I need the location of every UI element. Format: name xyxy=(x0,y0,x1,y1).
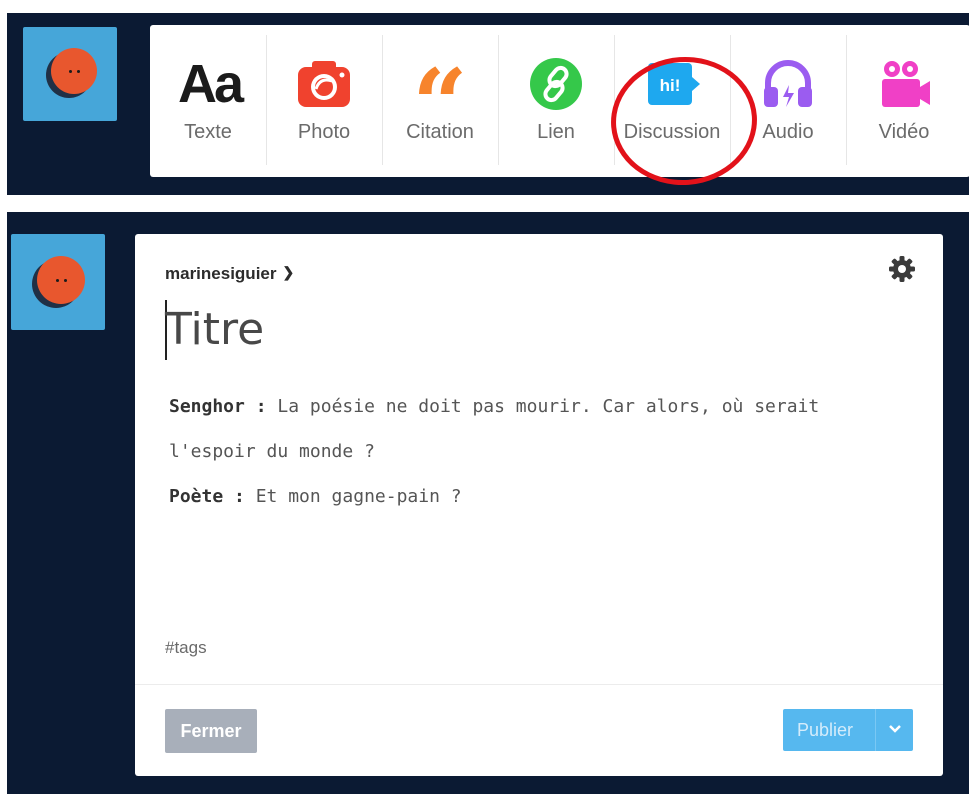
dialogue-line: Poète : Et mon gagne-pain ? xyxy=(169,474,889,519)
editor-footer: Fermer Publier xyxy=(135,684,943,777)
post-type-photo[interactable]: Photo xyxy=(266,25,382,177)
post-type-text[interactable]: Aa Texte xyxy=(150,25,266,177)
title-input[interactable]: Titre xyxy=(165,304,264,355)
text-aa-icon: Aa xyxy=(178,54,244,114)
dialogue-text: La poésie ne doit pas mourir. Car alors,… xyxy=(169,396,820,462)
blog-selector[interactable]: marinesiguier ❯ xyxy=(165,264,294,284)
post-type-label: Vidéo xyxy=(878,121,930,143)
avatar[interactable] xyxy=(11,234,105,330)
publish-button[interactable]: Publier xyxy=(783,709,913,751)
camera-icon xyxy=(298,61,350,107)
chevron-down-icon[interactable] xyxy=(887,721,903,737)
gear-icon[interactable] xyxy=(887,254,917,284)
tags-input[interactable]: #tags xyxy=(165,638,207,658)
post-type-link[interactable]: Lien xyxy=(498,25,614,177)
post-type-bar-panel: Aa Texte Photo “ Citation Lien hi! Discu… xyxy=(7,13,970,195)
dialogue-line: Senghor : La poésie ne doit pas mourir. … xyxy=(169,384,889,474)
headphones-icon xyxy=(764,60,812,107)
post-type-label: Texte xyxy=(184,121,232,143)
post-type-label: Photo xyxy=(297,121,351,143)
blog-name: marinesiguier xyxy=(165,264,277,283)
close-button[interactable]: Fermer xyxy=(165,709,257,753)
publish-label: Publier xyxy=(797,720,854,740)
post-editor-panel: marinesiguier ❯ Titre Senghor : La poésie… xyxy=(7,212,969,794)
link-icon xyxy=(530,58,582,110)
chevron-down-icon: ❯ xyxy=(282,264,295,280)
dialogue-speaker: Senghor : xyxy=(169,396,267,417)
post-editor-card: marinesiguier ❯ Titre Senghor : La poésie… xyxy=(135,234,943,776)
video-camera-icon xyxy=(882,61,930,107)
post-type-label: Citation xyxy=(406,121,474,143)
post-type-label: Lien xyxy=(537,121,575,143)
post-type-video[interactable]: Vidéo xyxy=(846,25,962,177)
post-type-menu: Aa Texte Photo “ Citation Lien hi! Discu… xyxy=(150,25,970,177)
dialogue-speaker: Poète : xyxy=(169,486,245,507)
quote-icon: “ xyxy=(412,48,468,161)
chat-dialogue-body[interactable]: Senghor : La poésie ne doit pas mourir. … xyxy=(169,384,889,519)
post-type-quote[interactable]: “ Citation xyxy=(382,25,498,177)
dialogue-text: Et mon gagne-pain ? xyxy=(244,486,462,507)
avatar[interactable] xyxy=(23,27,117,121)
